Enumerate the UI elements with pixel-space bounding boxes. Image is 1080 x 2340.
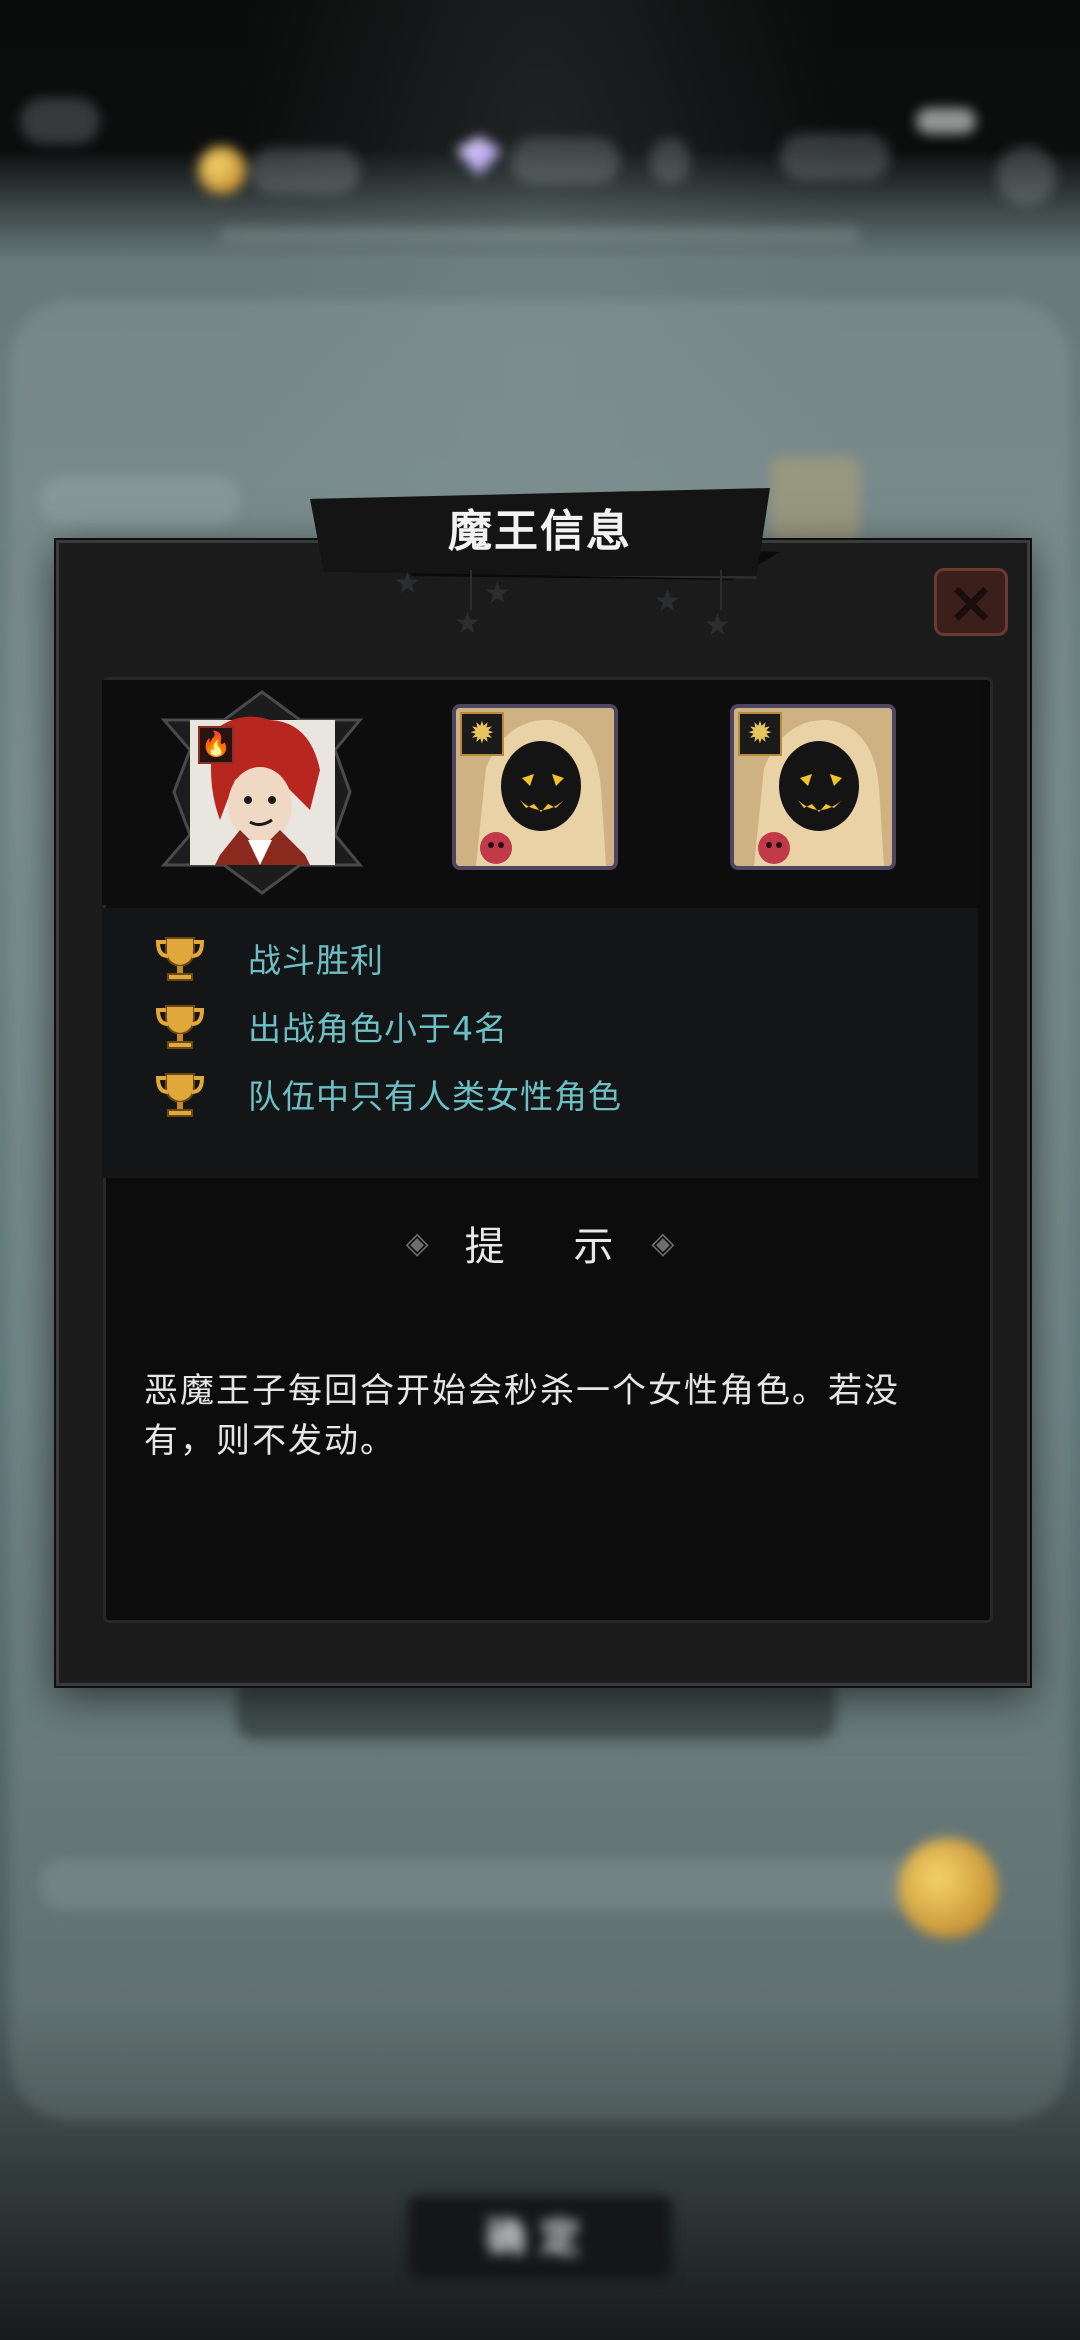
boss-portrait[interactable]: 🔥 — [160, 690, 365, 895]
battery-icon — [916, 108, 976, 134]
light-element-icon: ✹ — [738, 712, 782, 756]
condition-row: 队伍中只有人类女性角色 — [152, 1064, 622, 1124]
settings-icon — [996, 146, 1056, 206]
hanging-star-icon: ★ — [394, 566, 421, 601]
gem-amount-pill — [510, 138, 620, 184]
hanging-string — [720, 570, 722, 610]
hanging-star-icon: ★ — [484, 576, 511, 611]
condition-row: 出战角色小于4名 — [152, 996, 508, 1056]
close-button[interactable]: × — [934, 568, 1008, 636]
close-x-icon: × — [946, 568, 996, 636]
fire-element-icon: 🔥 — [198, 726, 234, 764]
condition-row: 战斗胜利 — [152, 928, 384, 988]
condition-text: 队伍中只有人类女性角色 — [248, 1077, 622, 1116]
gold-amount-pill — [250, 148, 360, 194]
hint-line: 恶魔王子每回合开始会秒杀一个女性角色。若没 — [144, 1371, 900, 1411]
trophy-icon — [155, 1073, 205, 1117]
light-element-icon: ✹ — [460, 712, 504, 756]
header-rail — [220, 228, 860, 242]
minion-portrait-2[interactable]: ✹ — [730, 704, 896, 870]
bg-reward-icon — [898, 1838, 998, 1938]
demon-prince-portrait — [160, 690, 364, 895]
victory-conditions: 战斗胜利 出战角色小于4名 队伍中只有人类女性角色 — [102, 908, 978, 1178]
hint-description: 恶魔王子每回合开始会秒杀一个女性角色。若没 有，则不发动。 — [144, 1366, 934, 1466]
bg-label-pill — [40, 476, 240, 526]
energy-pill — [780, 134, 890, 180]
hint-title: 提 示 — [464, 1224, 642, 1270]
add-gem-icon — [650, 138, 690, 184]
trophy-icon — [155, 937, 205, 981]
condition-text: 战斗胜利 — [248, 941, 384, 980]
condition-text: 出战角色小于4名 — [248, 1009, 508, 1048]
confirm-button-background: 确定 — [408, 2196, 672, 2280]
bg-progress-bar — [40, 1860, 980, 1910]
minion-portrait-1[interactable]: ✹ — [452, 704, 618, 870]
hanging-star-icon: ★ — [454, 606, 481, 641]
hanging-star-icon: ★ — [654, 584, 681, 619]
gold-coin-icon — [198, 146, 246, 194]
dialog-title: 魔王信息 — [448, 506, 632, 557]
hint-line: 有，则不发动。 — [144, 1421, 396, 1461]
menu-icon — [20, 98, 100, 144]
hanging-string — [470, 570, 472, 610]
diamond-ornament-icon: ◈ — [405, 1225, 429, 1261]
trophy-icon — [155, 1005, 205, 1049]
bg-item-icon — [770, 456, 860, 546]
hint-header: ◈ 提 示 ◈ — [400, 1208, 680, 1278]
hanging-star-icon: ★ — [704, 608, 731, 643]
diamond-ornament-icon: ◈ — [651, 1225, 675, 1261]
